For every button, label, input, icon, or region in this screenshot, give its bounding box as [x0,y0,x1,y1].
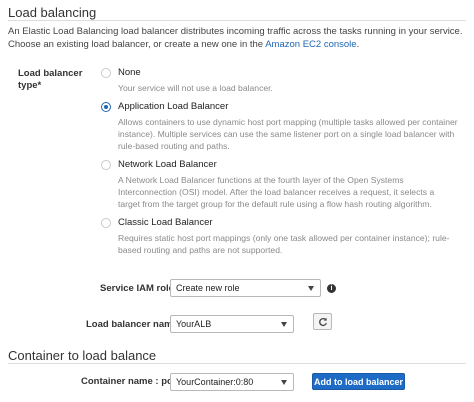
load-balancer-type-label: Load balancer type* [18,68,98,92]
container-name-port-label: Container name : port [81,376,180,387]
chevron-down-icon [308,286,314,291]
intro-end: . [356,39,360,50]
service-iam-role-select[interactable]: Create new role [170,279,321,297]
chevron-down-icon [281,322,287,327]
section-divider [8,20,466,21]
load-balancer-type-label-line1: Load balancer [18,68,83,79]
load-balancer-type-label-line2: type* [18,80,42,91]
radio-classic-load-balancer[interactable] [101,218,111,228]
radio-network-load-balancer[interactable] [101,160,111,170]
option-nlb-label: Network Load Balancer [118,159,217,170]
container-name-port-value: YourContainer:0:80 [176,377,254,387]
option-clb-description: Requires static host port mappings (only… [118,233,450,255]
radio-none[interactable] [101,68,111,78]
load-balancer-name-select[interactable]: YourALB [170,315,294,333]
load-balancer-name-value: YourALB [176,319,212,329]
service-iam-role-label: Service IAM role [100,283,174,294]
amazon-ec2-console-link[interactable]: Amazon EC2 console [265,39,356,50]
container-name-port-select[interactable]: YourContainer:0:80 [170,373,294,391]
option-nlb-description: A Network Load Balancer functions at the… [118,175,435,209]
load-balancing-intro: An Elastic Load Balancing load balancer … [8,25,470,51]
add-to-load-balancer-button[interactable]: Add to load balancer [312,373,405,390]
intro-text: An Elastic Load Balancing load balancer … [8,26,463,50]
option-alb-label: Application Load Balancer [118,101,229,112]
info-icon[interactable]: i [327,284,336,293]
refresh-icon [319,317,328,327]
section-divider [8,363,466,364]
radio-application-load-balancer[interactable] [101,102,111,112]
refresh-button[interactable] [313,313,332,330]
container-to-load-balance-heading: Container to load balance [8,348,157,363]
option-none-label: None [118,67,141,78]
option-none-description: Your service will not use a load balance… [118,83,273,93]
chevron-down-icon [281,380,287,385]
load-balancer-name-label: Load balancer name [86,319,178,330]
ecs-service-load-balancing-form: Load balancing An Elastic Load Balancing… [0,0,474,402]
service-iam-role-value: Create new role [176,283,240,293]
load-balancing-heading: Load balancing [8,5,97,20]
option-alb-description: Allows containers to use dynamic host po… [118,117,458,151]
option-clb-label: Classic Load Balancer [118,217,213,228]
